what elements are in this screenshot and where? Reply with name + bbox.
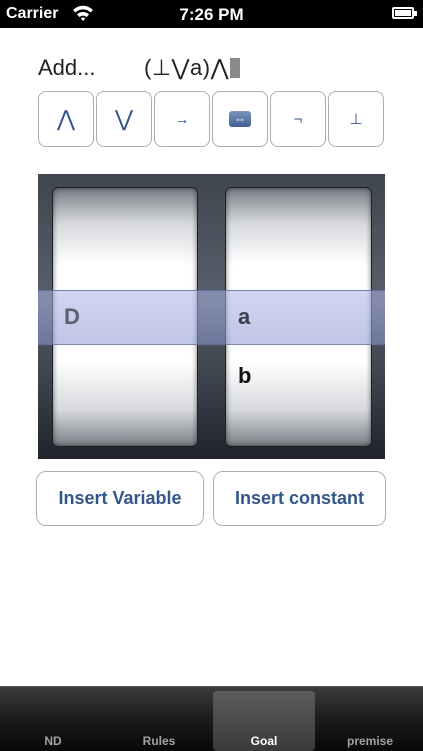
tab-premise-label: premise [346, 734, 394, 748]
tab-premise[interactable]: premise [317, 687, 423, 751]
tab-nd-label: ND [44, 734, 62, 748]
or-icon: ⋁ [114, 106, 134, 131]
insert-variable-button[interactable]: Insert Variable [36, 471, 204, 526]
text-cursor [230, 58, 241, 78]
add-label: Add... [38, 55, 96, 80]
bottom-icon: ⊥ [349, 111, 363, 128]
formula-text: (⊥⋁a)⋀ [144, 55, 230, 80]
double-arrow-icon: ⇔ [229, 111, 251, 127]
tab-goal[interactable]: Goal [213, 691, 315, 751]
bottom-button[interactable]: ⊥ [328, 91, 384, 147]
or-button[interactable]: ⋁ [96, 91, 152, 147]
clock: 7:26 PM [179, 5, 244, 24]
tab-rules-label: Rules [142, 734, 176, 748]
tab-bar: ND Rules Goal premise [0, 686, 423, 751]
not-icon: ¬ [293, 110, 303, 128]
and-button[interactable]: ⋀ [38, 91, 94, 147]
tab-goal-label: Goal [250, 734, 278, 748]
tab-nd[interactable]: ND [0, 687, 106, 751]
variable-option-selected[interactable]: D [64, 304, 80, 330]
iff-button[interactable]: ⇔ [212, 91, 268, 147]
implies-arrow-icon: → [174, 110, 190, 128]
operator-toolbar: ⋀ ⋁ → ⇔ ¬ ⊥ [38, 91, 386, 147]
implies-button[interactable]: → [154, 91, 210, 147]
symbol-picker: D a b [38, 174, 385, 459]
formula-field[interactable]: (⊥⋁a)⋀ [144, 55, 241, 81]
not-button[interactable]: ¬ [270, 91, 326, 147]
status-bar: Carrier 7:26 PM [0, 0, 423, 28]
selection-indicator [38, 290, 385, 345]
constant-option-next[interactable]: b [238, 363, 251, 389]
insert-constant-button[interactable]: Insert constant [213, 471, 386, 526]
battery-icon [392, 7, 417, 19]
and-icon: ⋀ [56, 106, 76, 131]
tab-rules[interactable]: Rules [106, 687, 212, 751]
constant-option-selected[interactable]: a [238, 304, 250, 330]
